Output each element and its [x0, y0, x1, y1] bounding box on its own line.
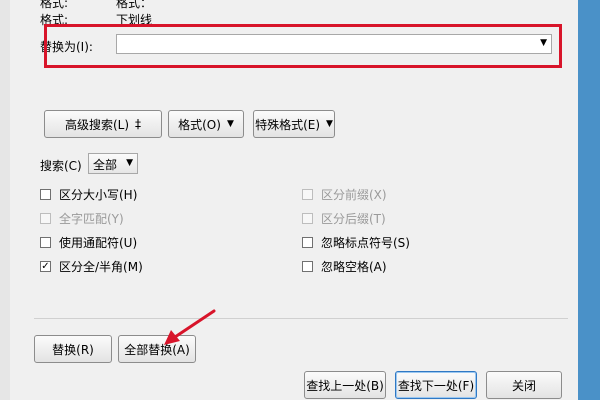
red-arrow-icon — [164, 309, 216, 345]
annotation-arrow-overlay — [164, 309, 216, 345]
